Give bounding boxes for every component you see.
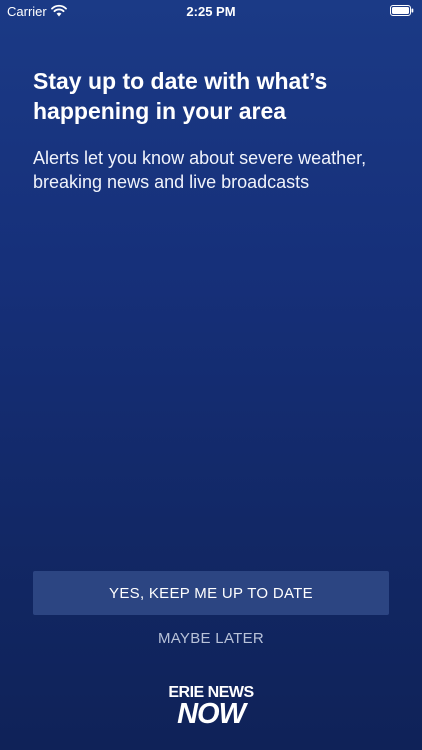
logo-line-2: NOW [177, 698, 246, 730]
status-bar: Carrier 2:25 PM [0, 0, 422, 22]
erie-news-now-logo: ERIE NEWS NOW [158, 685, 264, 730]
enable-alerts-button[interactable]: YES, KEEP ME UP TO DATE [33, 571, 389, 615]
maybe-later-button[interactable]: MAYBE LATER [111, 626, 311, 650]
battery-icon [390, 5, 414, 16]
page-title: Stay up to date with what’s happening in… [33, 68, 328, 124]
status-time: 2:25 PM [186, 4, 236, 19]
page-description: Alerts let you know about severe weather… [33, 148, 367, 192]
